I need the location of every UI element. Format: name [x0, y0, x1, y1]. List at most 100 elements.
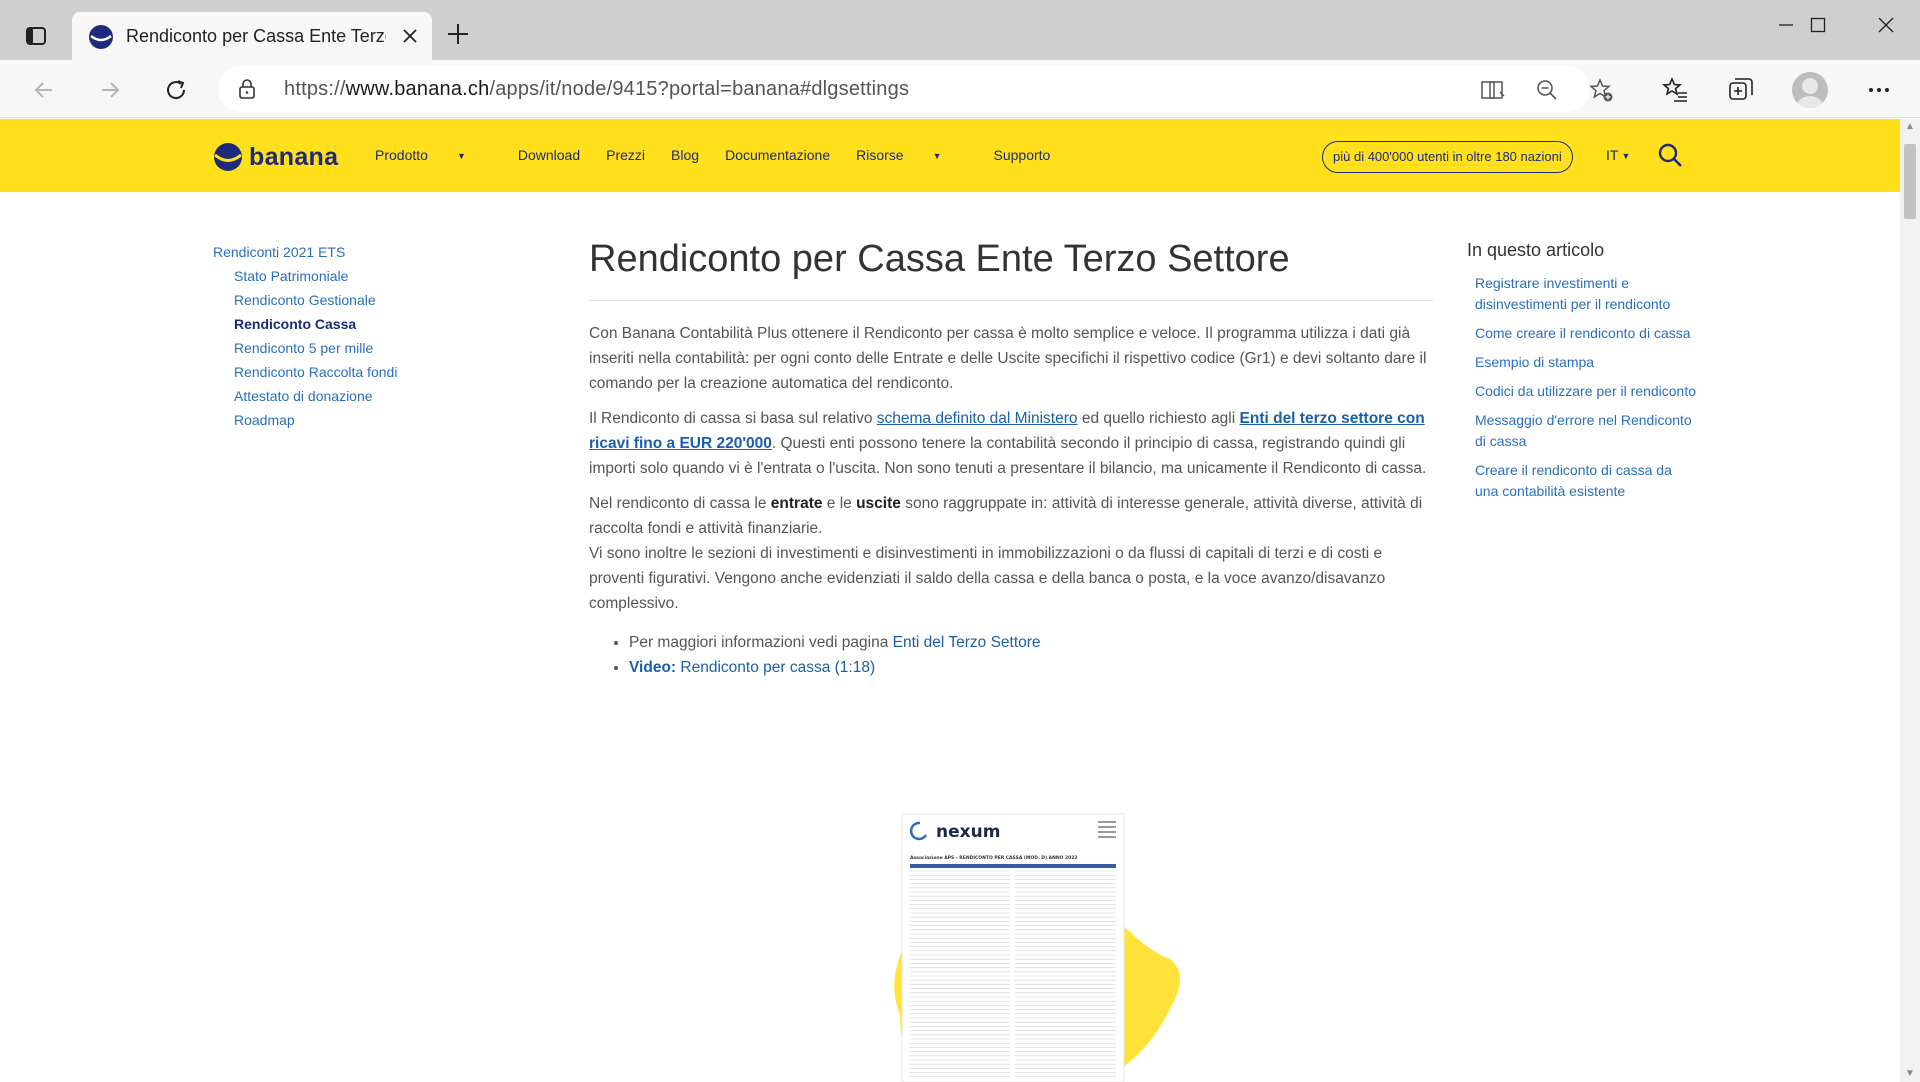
nav-prezzi[interactable]: Prezzi — [606, 147, 645, 163]
sidebar-item-rendiconto-gestionale[interactable]: Rendiconto Gestionale — [234, 288, 397, 312]
caret-down-icon: ▼ — [932, 151, 942, 161]
url-host: www.banana.ch — [345, 78, 490, 100]
toc-link-messaggio-errore[interactable]: Messaggio d'errore nel Rendiconto di cas… — [1475, 410, 1697, 452]
new-tab-button[interactable] — [444, 20, 472, 48]
add-favorite-button[interactable] — [1588, 77, 1614, 103]
lock-icon[interactable] — [236, 78, 258, 100]
sidebar-item-attestato-donazione[interactable]: Attestato di donazione — [234, 384, 397, 408]
sidebar-item-rendiconto-cassa[interactable]: Rendiconto Cassa — [234, 312, 397, 336]
sidebar-item-stato-patrimoniale[interactable]: Stato Patrimoniale — [234, 264, 397, 288]
navigation-toolbar: https://www.banana.ch/apps/it/node/9415?… — [0, 60, 1920, 118]
more-horizontal-icon — [1869, 88, 1889, 92]
nav-blog[interactable]: Blog — [671, 147, 699, 163]
language-label: IT — [1606, 147, 1619, 163]
caret-down-icon: ▼ — [456, 151, 466, 161]
sidebar-item-rendiconti-2021[interactable]: Rendiconti 2021 ETS — [213, 244, 397, 264]
scroll-up-arrow-icon[interactable]: ▲ — [1904, 121, 1916, 133]
text-run: Nel rendiconto di cassa le — [589, 495, 771, 512]
site-logo[interactable]: banana — [213, 141, 338, 173]
nav-label: Risorse — [856, 147, 904, 163]
video-label: Video: — [629, 659, 677, 676]
tab-title: Rendiconto per Cassa Ente Terzo — [126, 26, 386, 46]
collections-button[interactable] — [1724, 73, 1758, 107]
nav-documentazione[interactable]: Documentazione — [725, 147, 830, 163]
link-schema-ministero[interactable]: schema definito dal Ministero — [877, 410, 1078, 427]
nav-supporto[interactable]: Supporto — [994, 147, 1051, 163]
close-tab-button[interactable] — [398, 24, 422, 48]
nav-download[interactable]: Download — [518, 147, 580, 163]
language-selector[interactable]: IT ▼ — [1606, 147, 1630, 163]
toc-link-come-creare[interactable]: Come creare il rendiconto di cassa — [1475, 323, 1697, 344]
arrow-right-icon — [102, 82, 120, 98]
tab-actions-menu-button[interactable] — [18, 18, 54, 54]
address-bar[interactable]: https://www.banana.ch/apps/it/node/9415?… — [218, 66, 1613, 112]
text-run: Vi sono inoltre le sezioni di investimen… — [589, 545, 1386, 612]
star-add-icon — [1589, 78, 1613, 102]
list-item: Per maggiori informazioni vedi pagina En… — [629, 630, 1434, 655]
active-tab[interactable]: Rendiconto per Cassa Ente Terzo — [72, 12, 432, 60]
sidebar-navigation: Rendiconti 2021 ETS Stato Patrimoniale R… — [213, 244, 397, 432]
video-link[interactable]: Video: Rendiconto per cassa (1:18) — [629, 659, 875, 676]
close-window-button[interactable] — [1868, 10, 1904, 40]
back-button[interactable] — [26, 72, 62, 108]
text-run: e le — [822, 495, 857, 512]
page-title: Rendiconto per Cassa Ente Terzo Settore — [589, 234, 1434, 301]
text-run: Il Rendiconto di cassa si basa sul relat… — [589, 410, 877, 427]
scroll-down-arrow-icon[interactable]: ▼ — [1904, 1068, 1916, 1080]
page-viewport: banana Prodotto ▼ Download Prezzi Blog Do… — [0, 119, 1900, 1082]
maximize-icon — [1810, 17, 1826, 33]
forward-button[interactable] — [92, 72, 128, 108]
close-icon — [1878, 17, 1894, 33]
profile-avatar[interactable] — [1792, 72, 1828, 108]
info-list: Per maggiori informazioni vedi pagina En… — [629, 630, 1434, 680]
in-this-article-panel: In questo articolo Registrare investimen… — [1467, 240, 1697, 502]
scrollbar-thumb[interactable] — [1904, 144, 1916, 219]
favorites-button[interactable] — [1658, 73, 1692, 107]
nav-risorse[interactable]: Risorse ▼ — [856, 147, 967, 163]
sections-paragraph: Nel rendiconto di cassa le entrate e le … — [589, 491, 1434, 616]
arrow-left-icon — [34, 82, 52, 98]
report-doc-title: Associazione APS - RENDICONTO PER CASSA … — [910, 855, 1078, 861]
bold-uscite: uscite — [856, 495, 901, 512]
zoom-out-button[interactable] — [1534, 77, 1560, 103]
vertical-scrollbar[interactable]: ▲ ▼ — [1900, 119, 1920, 1082]
sidebar-item-rendiconto-raccolta-fondi[interactable]: Rendiconto Raccolta fondi — [234, 360, 397, 384]
plus-icon — [448, 24, 468, 44]
schema-paragraph: Il Rendiconto di cassa si basa sul relat… — [589, 406, 1434, 481]
settings-more-button[interactable] — [1862, 73, 1896, 107]
nav-label: Prodotto — [375, 147, 428, 163]
report-preview-illustration: nexum Associazione APS - RENDICONTO PER … — [840, 809, 1185, 1082]
nexum-logo-text: nexum — [936, 822, 1000, 842]
tab-strip: Rendiconto per Cassa Ente Terzo — [0, 0, 1920, 60]
collections-icon — [1729, 78, 1753, 100]
toc-link-esempio-stampa[interactable]: Esempio di stampa — [1475, 352, 1697, 373]
refresh-icon — [167, 80, 186, 99]
search-icon[interactable] — [1657, 142, 1683, 168]
banana-logo-icon — [214, 143, 242, 171]
intro-paragraph: Con Banana Contabilità Plus ottenere il … — [589, 325, 1427, 392]
zoom-out-icon — [1537, 80, 1557, 100]
minimize-button[interactable] — [1768, 10, 1804, 40]
close-icon — [403, 29, 417, 43]
minimize-icon — [1779, 24, 1793, 26]
sidebar-item-rendiconto-5-per-mille[interactable]: Rendiconto 5 per mille — [234, 336, 397, 360]
maximize-button[interactable] — [1800, 10, 1836, 40]
logo-text: banana — [249, 142, 339, 171]
users-count-pill[interactable]: più di 400'000 utenti in oltre 180 nazio… — [1322, 141, 1573, 173]
toc-link-investimenti[interactable]: Registrare investimenti e disinvestiment… — [1475, 273, 1697, 315]
reload-button[interactable] — [158, 72, 194, 108]
banana-favicon-icon — [89, 25, 113, 49]
immersive-reader-button[interactable] — [1480, 77, 1506, 103]
toc-link-contabilita-esistente[interactable]: Creare il rendiconto di cassa da una con… — [1475, 460, 1697, 502]
sidebar-item-roadmap[interactable]: Roadmap — [234, 408, 397, 432]
toc-link-codici[interactable]: Codici da utilizzare per il rendiconto — [1475, 381, 1697, 402]
url-scheme: https:// — [284, 78, 346, 100]
link-enti-terzo-settore[interactable]: Enti del Terzo Settore — [893, 634, 1041, 651]
immersive-reader-icon — [1481, 81, 1505, 99]
tab-actions-icon — [26, 27, 46, 45]
text-run: ed quello richiesto agli — [1077, 410, 1240, 427]
url-text[interactable]: https://www.banana.ch/apps/it/node/9415?… — [284, 78, 909, 101]
list-item: Video: Rendiconto per cassa (1:18) — [629, 655, 1434, 680]
favorites-list-icon — [1661, 76, 1687, 102]
nav-prodotto[interactable]: Prodotto ▼ — [375, 147, 492, 163]
